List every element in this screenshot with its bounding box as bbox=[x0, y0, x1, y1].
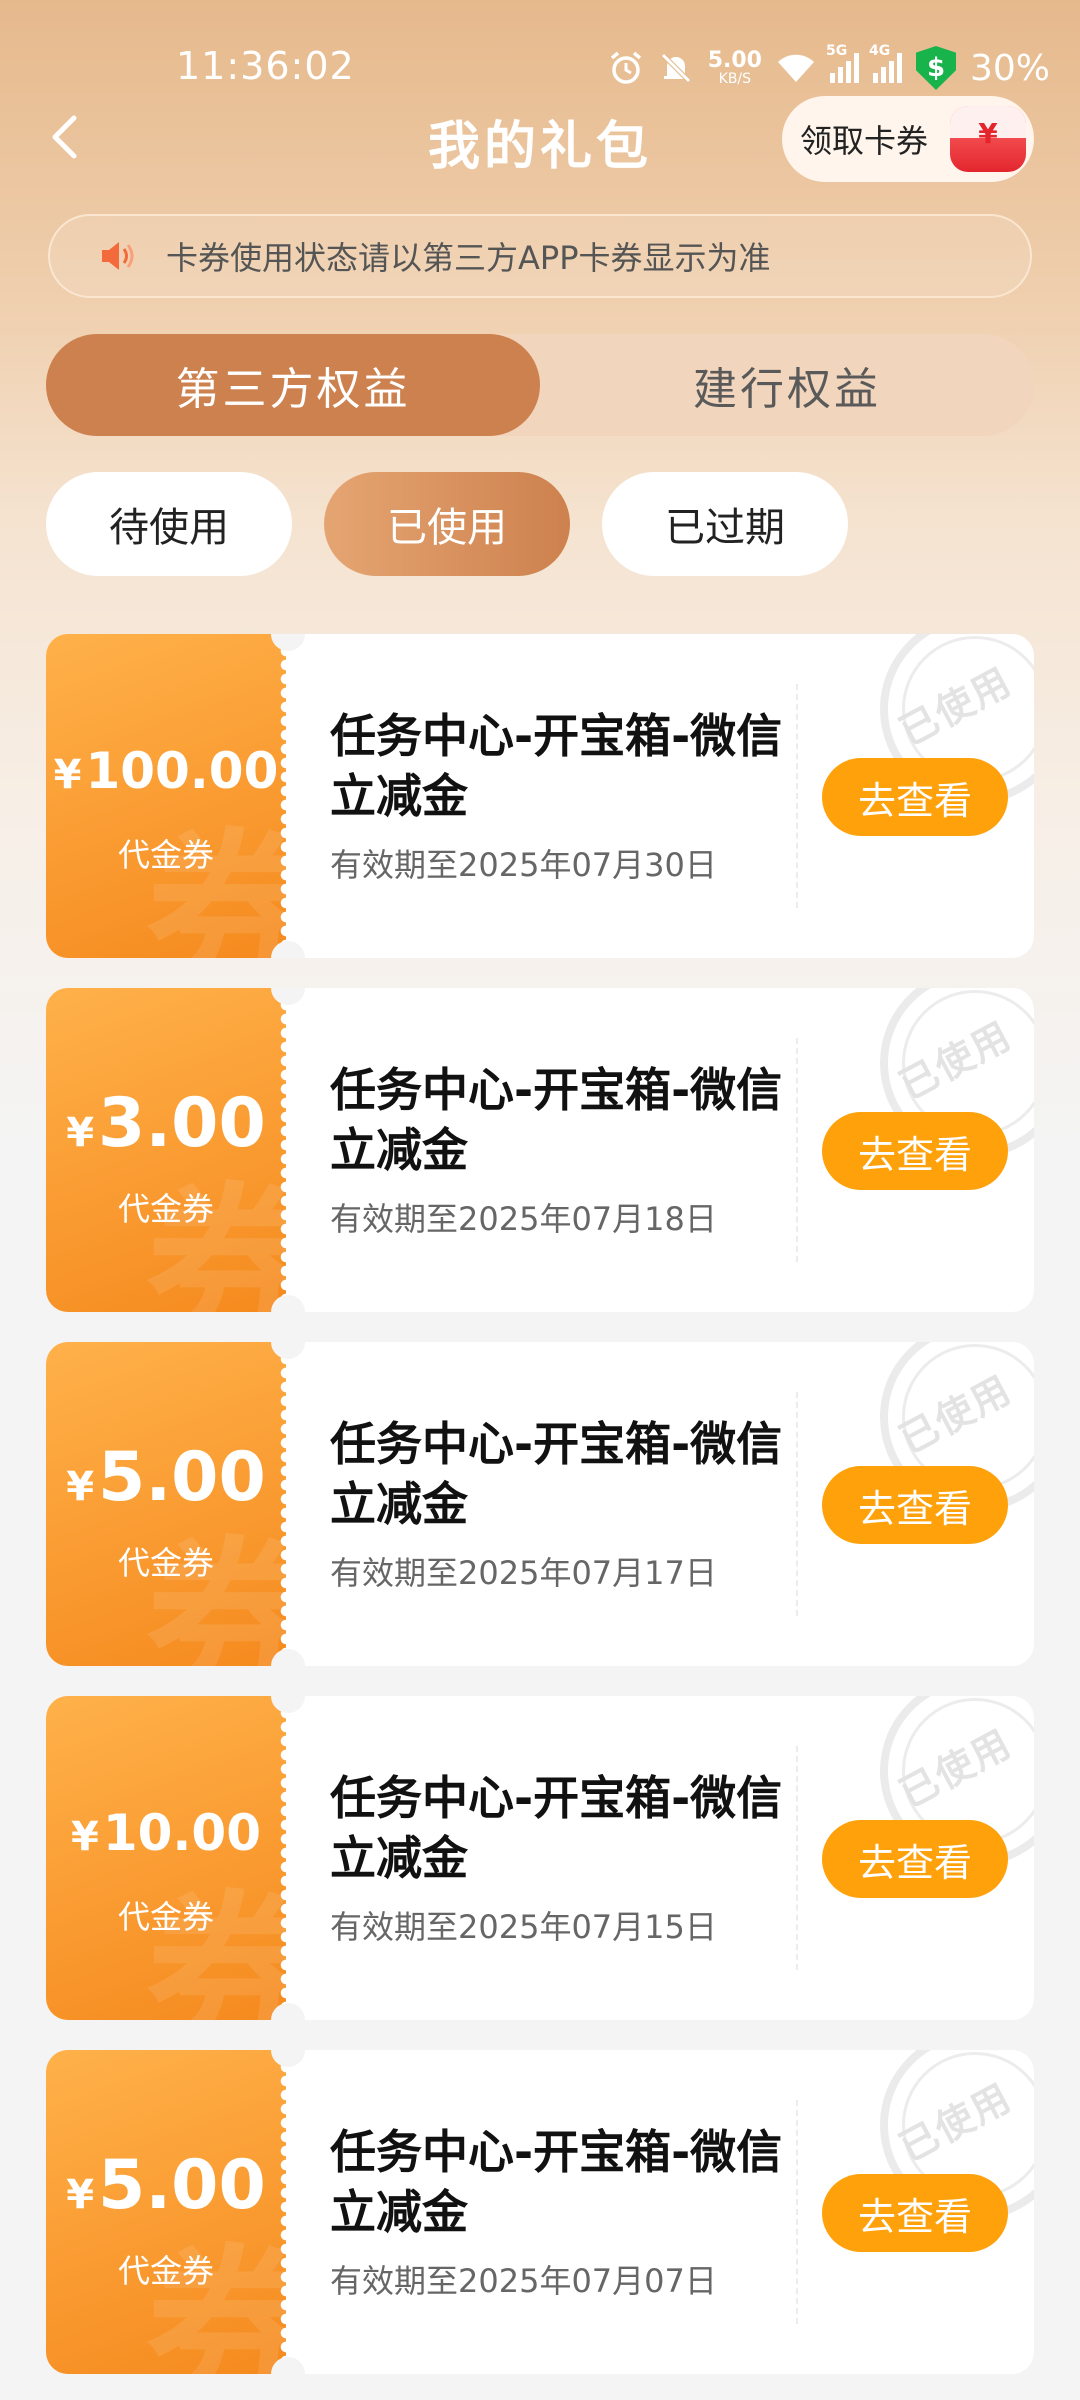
coupon-currency: ¥ bbox=[53, 752, 82, 798]
coupon-divider bbox=[796, 1038, 798, 1262]
coupon-value-panel: 券 ¥100.00 代金券 bbox=[46, 634, 316, 958]
coupon-type: 代金券 bbox=[117, 1544, 214, 1582]
coupon-amount: ¥5.00 bbox=[46, 2146, 286, 2225]
coupon-type: 代金券 bbox=[117, 2252, 214, 2290]
net-speed-value: 5.00 bbox=[707, 48, 762, 73]
signal-5g-icon: 5G bbox=[826, 43, 859, 83]
view-coupon-button[interactable]: 去查看 bbox=[822, 1820, 1008, 1898]
coupon-amount: ¥10.00 bbox=[46, 1804, 286, 1862]
filter-tab-used[interactable]: 已使用 bbox=[324, 472, 570, 576]
coupon-amount: ¥100.00 bbox=[46, 742, 286, 800]
coupon-expiry: 有效期至2025年07月07日 bbox=[330, 2262, 717, 2300]
coupon-expiry: 有效期至2025年07月30日 bbox=[330, 846, 717, 884]
coupon-expiry: 有效期至2025年07月18日 bbox=[330, 1200, 717, 1238]
claim-coupon-button[interactable]: 领取卡券 ¥ bbox=[782, 96, 1034, 182]
coupon-amount-value: 5.00 bbox=[98, 1438, 266, 1517]
security-shield-symbol: $ bbox=[926, 53, 946, 83]
speaker-icon bbox=[102, 242, 134, 270]
coupon-title: 任务中心-开宝箱-微信立减金 bbox=[330, 1417, 783, 1531]
coupon-card: 券 ¥3.00 代金券 任务中心-开宝箱-微信立减金 有效期至2025年07月1… bbox=[46, 988, 1034, 1312]
signal-5g-label: 5G bbox=[825, 43, 848, 59]
coupon-amount: ¥5.00 bbox=[46, 1438, 286, 1517]
filter-tab-unused[interactable]: 待使用 bbox=[46, 472, 292, 576]
coupon-divider bbox=[796, 1392, 798, 1616]
red-envelope-icon: ¥ bbox=[950, 106, 1026, 172]
coupon-value-panel: 券 ¥10.00 代金券 bbox=[46, 1696, 316, 2020]
coupon-divider bbox=[796, 684, 798, 908]
coupon-amount-value: 100.00 bbox=[85, 742, 279, 800]
mute-bell-icon bbox=[660, 53, 691, 83]
coupon-divider bbox=[796, 1746, 798, 1970]
view-coupon-button[interactable]: 去查看 bbox=[822, 758, 1008, 836]
battery-level: 30% bbox=[969, 47, 1050, 89]
coupon-card: 券 ¥100.00 代金券 任务中心-开宝箱-微信立减金 有效期至2025年07… bbox=[46, 634, 1034, 958]
coupon-amount-value: 5.00 bbox=[98, 2146, 266, 2225]
notice-banner: 卡券使用状态请以第三方APP卡券显示为准 bbox=[48, 214, 1032, 298]
coupon-amount-value: 3.00 bbox=[98, 1084, 266, 1163]
coupon-title: 任务中心-开宝箱-微信立减金 bbox=[330, 1771, 783, 1885]
coupon-type: 代金券 bbox=[117, 1898, 214, 1936]
coupon-currency: ¥ bbox=[66, 1110, 95, 1156]
alarm-icon bbox=[610, 51, 641, 84]
coupon-title: 任务中心-开宝箱-微信立减金 bbox=[330, 2125, 783, 2239]
coupon-value-panel: 券 ¥3.00 代金券 bbox=[46, 988, 316, 1312]
coupon-value-panel: 券 ¥5.00 代金券 bbox=[46, 2050, 316, 2374]
status-time: 11:36:02 bbox=[176, 44, 355, 88]
coupon-amount: ¥3.00 bbox=[46, 1084, 286, 1163]
notice-text: 卡券使用状态请以第三方APP卡券显示为准 bbox=[166, 239, 771, 277]
view-coupon-button[interactable]: 去查看 bbox=[822, 2174, 1008, 2252]
wifi-icon bbox=[777, 54, 814, 82]
coupon-card: 券 ¥5.00 代金券 任务中心-开宝箱-微信立减金 有效期至2025年07月1… bbox=[46, 1342, 1034, 1666]
coupon-amount-value: 10.00 bbox=[102, 1804, 261, 1862]
coupon-title: 任务中心-开宝箱-微信立减金 bbox=[330, 709, 783, 823]
red-envelope-symbol: ¥ bbox=[978, 116, 998, 150]
net-speed: 5.00 KB/S bbox=[707, 48, 762, 87]
net-speed-unit: KB/S bbox=[718, 71, 752, 87]
view-coupon-button[interactable]: 去查看 bbox=[822, 1466, 1008, 1544]
coupon-title: 任务中心-开宝箱-微信立减金 bbox=[330, 1063, 783, 1177]
coupon-expiry: 有效期至2025年07月17日 bbox=[330, 1554, 717, 1592]
coupon-currency: ¥ bbox=[66, 2172, 95, 2218]
coupon-value-panel: 券 ¥5.00 代金券 bbox=[46, 1342, 316, 1666]
status-icons: 5.00 KB/S 5G 4G $ 30% bbox=[608, 42, 1050, 94]
coupon-expiry: 有效期至2025年07月15日 bbox=[330, 1908, 717, 1946]
coupon-card: 券 ¥10.00 代金券 任务中心-开宝箱-微信立减金 有效期至2025年07月… bbox=[46, 1696, 1034, 2020]
coupon-currency: ¥ bbox=[71, 1814, 99, 1860]
coupon-currency: ¥ bbox=[66, 1464, 95, 1510]
tab-ccb-benefits[interactable]: 建行权益 bbox=[540, 334, 1034, 436]
tab-third-party-benefits[interactable]: 第三方权益 bbox=[46, 334, 540, 436]
signal-4g-icon: 4G bbox=[869, 43, 902, 83]
main-tab-bar: 第三方权益 建行权益 bbox=[46, 334, 1034, 436]
coupon-card: 券 ¥5.00 代金券 任务中心-开宝箱-微信立减金 有效期至2025年07月0… bbox=[46, 2050, 1034, 2374]
security-shield-icon: $ bbox=[915, 46, 956, 90]
filter-tab-expired[interactable]: 已过期 bbox=[602, 472, 848, 576]
coupon-type: 代金券 bbox=[117, 836, 214, 874]
claim-coupon-label: 领取卡券 bbox=[800, 122, 929, 160]
coupon-divider bbox=[796, 2100, 798, 2324]
signal-4g-label: 4G bbox=[868, 43, 891, 59]
view-coupon-button[interactable]: 去查看 bbox=[822, 1112, 1008, 1190]
coupon-type: 代金券 bbox=[117, 1190, 214, 1228]
